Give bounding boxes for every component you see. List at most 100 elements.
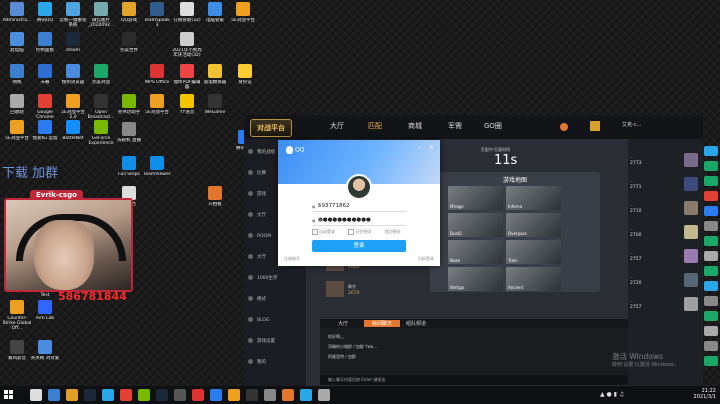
desktop-icon[interactable]: TeamSpeak 3 [142, 2, 172, 28]
desktop-icon[interactable]: 英伟达助手 [114, 94, 144, 115]
register-link[interactable]: 注册帐号 [284, 256, 300, 262]
map-thumbnail[interactable]: Inferno [506, 186, 561, 210]
desktop-icon[interactable]: WeGame [200, 94, 230, 115]
player-entry[interactable]: ... 2757 [630, 297, 700, 313]
qr-login-link[interactable]: 扫码登录 [418, 256, 434, 262]
taskbar-app-icon[interactable] [246, 389, 258, 401]
desktop-icon[interactable]: 雷电模拟器 [200, 64, 230, 85]
system-tray[interactable]: ▲ ● ▮ ♫ [600, 391, 624, 398]
taskbar-app-icon[interactable] [102, 389, 114, 401]
auto-login-option[interactable]: 自动登录 [312, 229, 341, 235]
desktop-icon[interactable]: 腾讯QQ [30, 2, 60, 23]
desktop-icon[interactable]: 5E对战平台 2.0 [58, 94, 88, 120]
desktop-icon[interactable]: 微信图片_2020092... [86, 2, 116, 28]
desktop-icon[interactable]: 我爱Ku 远程 [30, 120, 60, 141]
desktop-icon[interactable]: 5E对战平台 [142, 94, 172, 115]
sidebar-item[interactable]: BLOG [248, 317, 269, 323]
nav-lobby[interactable]: 大厅 [330, 121, 344, 131]
sidebar-item[interactable]: 我的战绩 [248, 149, 275, 155]
desktop-icon[interactable]: Full Steps [114, 156, 144, 177]
sidebar-item[interactable]: 我的 [248, 359, 266, 365]
desktop-icon[interactable]: QQ游戏 [114, 2, 144, 23]
sidebar-item[interactable]: 游戏设置 [248, 338, 275, 344]
sidebar-item[interactable]: 比赛 [248, 170, 266, 176]
side-app-icon[interactable] [704, 191, 718, 201]
side-app-icon[interactable] [704, 296, 718, 306]
taskbar-app-icon[interactable] [192, 389, 204, 401]
remember-password-option[interactable]: 记住密码 [348, 229, 377, 235]
login-button[interactable]: 登录 [312, 240, 406, 252]
map-thumbnail[interactable]: Nuke [448, 240, 503, 264]
nav-supply[interactable]: 军需 [448, 121, 462, 131]
player-entry[interactable]: ... 2757 [630, 249, 700, 265]
desktop-icon[interactable]: 完美世界 [114, 32, 144, 53]
side-app-icon[interactable] [704, 251, 718, 261]
room-list-item[interactable]: 剩余 2670 [326, 281, 426, 299]
desktop-icon[interactable]: Counter-Strike Global Off... [2, 300, 32, 331]
sidebar-item[interactable]: ROOM [248, 233, 271, 239]
desktop-icon[interactable]: 英英网 对对爱 [30, 340, 60, 361]
desktop-icon[interactable]: 福昕PDF编辑器 [172, 64, 202, 90]
desktop-icon[interactable]: 天籁 [30, 64, 60, 85]
side-app-icon[interactable] [704, 281, 718, 291]
chat-input[interactable]: 输入聊天内容后按 Enter 键发送 [320, 375, 628, 385]
taskbar-app-icon[interactable] [138, 389, 150, 401]
desktop-icon[interactable]: BattleNet [58, 120, 88, 141]
desktop-icon[interactable]: 2021年小熊周年庆活动(32) [172, 32, 202, 58]
account-field[interactable]: ● 593771862 ▾ [312, 202, 406, 212]
desktop-icon[interactable]: GeForce Experience [86, 120, 116, 146]
taskbar-app-icon[interactable] [210, 389, 222, 401]
map-thumbnail[interactable]: Ancient [506, 267, 561, 291]
chat-tab[interactable]: 房间聊天 [364, 320, 401, 327]
desktop-icon[interactable]: Open Broadcast... [86, 94, 116, 120]
desktop-icon[interactable]: 洗碗机 直播 [114, 122, 144, 143]
side-app-icon[interactable] [704, 326, 718, 336]
keyboard-icon[interactable]: ▩ [318, 217, 406, 222]
map-thumbnail[interactable]: Overpass [506, 213, 561, 237]
taskbar-app-icon[interactable] [120, 389, 132, 401]
taskbar-app-icon[interactable] [156, 389, 168, 401]
side-app-icon[interactable] [704, 161, 718, 171]
player-entry[interactable]: ... 2771 [630, 177, 700, 193]
taskbar-app-icon[interactable] [66, 389, 78, 401]
desktop-icon[interactable]: YY语音 [172, 94, 202, 115]
map-thumbnail[interactable]: Dust2 [448, 213, 503, 237]
side-app-icon[interactable] [704, 221, 718, 231]
side-app-icon[interactable] [704, 311, 718, 321]
side-app-icon[interactable] [704, 356, 718, 366]
desktop-icon[interactable]: 电脑管家 [200, 2, 230, 23]
taskbar-app-icon[interactable] [228, 389, 240, 401]
player-entry[interactable]: ... 2720 [630, 273, 700, 289]
chevron-down-icon[interactable]: ▾ [318, 203, 406, 208]
desktop-icon[interactable]: 身份证 [230, 64, 260, 85]
nav-go-circle[interactable]: GO圈 [484, 121, 502, 131]
player-entry[interactable]: ... 2700 [630, 225, 700, 241]
desktop-icon[interactable]: 5E对战平台 [2, 120, 32, 141]
desktop-icon[interactable]: 云帆一键重装系统 [58, 2, 88, 28]
sidebar-item[interactable]: 大厅 [248, 254, 266, 260]
desktop-icon[interactable]: 暴风影音 [2, 340, 32, 361]
desktop-icon[interactable]: 回收站 [2, 94, 32, 115]
sidebar-item[interactable]: 1000生存 [248, 275, 277, 281]
desktop-icon[interactable]: 网络 [2, 64, 32, 85]
desktop-icon[interactable]: 控制面板 [30, 32, 60, 53]
desktop-icon[interactable]: 5E对战平台 [228, 2, 258, 23]
desktop-icon[interactable]: 在网管助(32) [172, 2, 202, 23]
player-entry[interactable]: ... 2773 [630, 153, 700, 169]
desktop-icon[interactable]: 搜狗浏览器 [58, 64, 88, 85]
windows-start-icon[interactable] [4, 390, 14, 400]
remember-password-checkbox[interactable] [348, 229, 355, 235]
chat-tab[interactable]: 大厅 [330, 320, 356, 327]
taskbar-app-icon[interactable] [174, 389, 186, 401]
sidebar-item[interactable]: 模式 [248, 296, 266, 302]
side-app-icon[interactable] [704, 176, 718, 186]
top-username[interactable]: 艾克-c... [622, 121, 641, 128]
side-app-icon[interactable] [704, 146, 718, 156]
chat-tab[interactable]: 组队频道 [398, 320, 434, 327]
taskbar-app-icon[interactable] [30, 389, 42, 401]
nav-shop[interactable]: 商城 [408, 121, 422, 131]
side-app-icon[interactable] [704, 236, 718, 246]
desktop-icon[interactable]: 只拍板 [200, 186, 230, 207]
map-thumbnail[interactable]: Train [506, 240, 561, 264]
desktop-icon[interactable]: Google Chrome [30, 94, 60, 120]
